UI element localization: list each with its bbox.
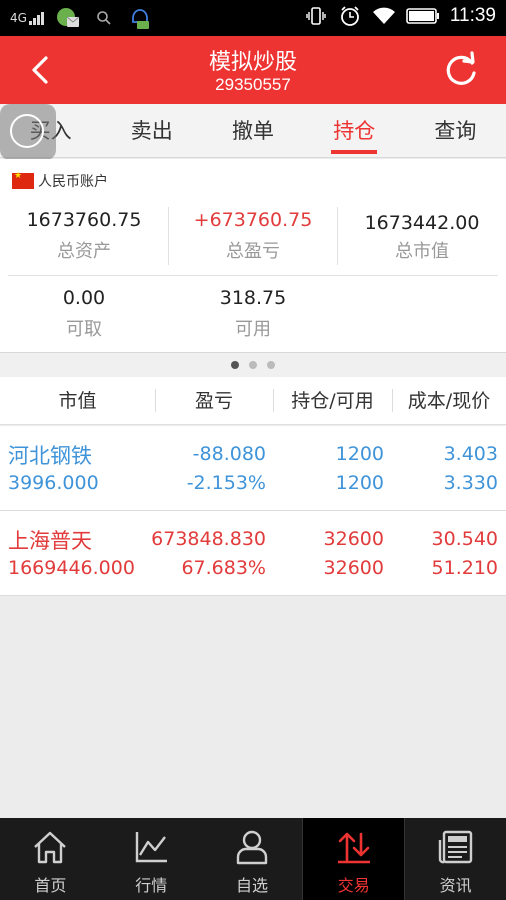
- total-pl-value: +673760.75: [193, 209, 313, 231]
- tab-sell[interactable]: 卖出: [101, 104, 202, 157]
- positions-table-header: 市值 盈亏 持仓/可用 成本/现价: [0, 377, 506, 425]
- news-icon: [438, 830, 472, 864]
- stock-market-value: 3996.000: [8, 472, 99, 494]
- app-notification-icon: [56, 6, 80, 30]
- nav-watchlist[interactable]: 自选: [202, 818, 303, 900]
- nav-label: 首页: [34, 876, 67, 895]
- nav-label: 自选: [235, 876, 268, 895]
- nav-label: 资讯: [439, 876, 472, 895]
- stock-price: 51.210: [431, 557, 498, 579]
- search-icon: [92, 6, 116, 30]
- trade-arrows-icon: [337, 832, 370, 864]
- chat-notification-icon: [128, 6, 152, 30]
- page-indicator[interactable]: [0, 353, 506, 377]
- available-value: 318.75: [219, 287, 287, 309]
- nav-market[interactable]: 行情: [101, 818, 202, 900]
- battery-icon: [406, 4, 440, 28]
- floating-assistive-button[interactable]: [0, 104, 56, 160]
- nav-label: 行情: [135, 876, 168, 895]
- page-dot: [249, 361, 257, 369]
- total-assets-value: 1673760.75: [26, 209, 142, 231]
- network-type: 4G: [10, 11, 27, 25]
- stock-available: 1200: [335, 472, 384, 494]
- stock-name: 上海普天: [8, 529, 92, 553]
- tab-cancel-order[interactable]: 撤单: [202, 104, 303, 157]
- column-header-profit-loss[interactable]: 盈亏: [155, 377, 273, 424]
- nav-home[interactable]: 首页: [0, 818, 101, 900]
- nav-trade[interactable]: 交易: [302, 818, 406, 900]
- stock-name: 河北钢铁: [8, 444, 92, 468]
- status-right: 11:39: [304, 4, 496, 28]
- withdrawable-label: 可取: [66, 319, 102, 340]
- market-value-value: 1673442.00: [364, 212, 480, 234]
- signal-indicator: 4G: [10, 11, 44, 25]
- total-profit-loss: +673760.75 总盈亏: [169, 209, 337, 263]
- stock-market-value: 1669446.000: [8, 557, 135, 579]
- account-type-label: 人民币账户: [38, 174, 108, 190]
- alarm-icon: [338, 4, 362, 28]
- account-summary: 人民币账户 1673760.75 总资产 +673760.75 总盈亏 1673…: [0, 159, 506, 353]
- chart-icon: [135, 832, 168, 863]
- stock-profit-loss: 673848.830: [151, 528, 266, 550]
- available-funds: 318.75 可用: [169, 287, 337, 341]
- nav-news[interactable]: 资讯: [405, 818, 506, 900]
- column-header-position-available[interactable]: 持仓/可用: [273, 377, 392, 424]
- refresh-button[interactable]: [440, 49, 482, 91]
- stock-profit-loss-pct: 67.683%: [181, 557, 266, 579]
- stock-profit-loss: -88.080: [192, 443, 266, 465]
- nav-label: 交易: [337, 876, 370, 895]
- tab-query[interactable]: 查询: [405, 104, 506, 157]
- wifi-icon: [372, 4, 396, 28]
- tab-positions[interactable]: 持仓: [304, 104, 405, 157]
- stock-price: 3.330: [443, 472, 498, 494]
- stock-position: 1200: [335, 443, 384, 465]
- page-dot: [267, 361, 275, 369]
- withdrawable-value: 0.00: [62, 287, 106, 309]
- total-pl-label: 总盈亏: [226, 241, 280, 262]
- table-row[interactable]: 河北钢铁 3996.000 -88.080 -2.153% 1200 1200 …: [0, 426, 506, 511]
- home-icon: [34, 831, 67, 864]
- stock-cost: 30.540: [431, 528, 498, 550]
- total-assets: 1673760.75 总资产: [0, 209, 168, 263]
- bottom-navigation: 首页 行情 自选 交易 资讯: [0, 818, 506, 900]
- stock-cost: 3.403: [443, 443, 498, 465]
- available-label: 可用: [235, 319, 271, 340]
- positions-list: 河北钢铁 3996.000 -88.080 -2.153% 1200 1200 …: [0, 426, 506, 596]
- market-value-label: 总市值: [395, 241, 449, 262]
- trade-tabs: 买入 卖出 撤单 持仓 查询: [0, 104, 506, 158]
- assistive-circle-icon: [10, 114, 44, 148]
- stock-profit-loss-pct: -2.153%: [186, 472, 266, 494]
- table-row[interactable]: 上海普天 1669446.000 673848.830 67.683% 3260…: [0, 511, 506, 596]
- signal-bars-icon: [28, 11, 44, 25]
- stock-position: 32600: [323, 528, 384, 550]
- column-header-market-value[interactable]: 市值: [0, 377, 155, 424]
- title-bar: 模拟炒股 29350557: [0, 36, 506, 104]
- clock: 11:39: [449, 5, 496, 26]
- column-header-cost-price[interactable]: 成本/现价: [392, 377, 506, 424]
- divider: [8, 275, 498, 276]
- person-icon: [236, 830, 268, 865]
- total-market-value: 1673442.00 总市值: [338, 212, 506, 263]
- account-type: 人民币账户: [12, 171, 108, 191]
- vibrate-icon: [304, 4, 328, 28]
- account-number: 29350557: [215, 75, 291, 94]
- status-left: 4G: [10, 6, 152, 30]
- withdrawable: 0.00 可取: [0, 287, 168, 341]
- page-title: 模拟炒股: [208, 50, 297, 75]
- page-dot: [231, 361, 239, 369]
- status-bar: 4G 11:39: [0, 0, 506, 36]
- refresh-icon: [446, 51, 476, 85]
- stock-available: 32600: [323, 557, 384, 579]
- total-assets-label: 总资产: [57, 241, 111, 262]
- china-flag-icon: [12, 171, 34, 189]
